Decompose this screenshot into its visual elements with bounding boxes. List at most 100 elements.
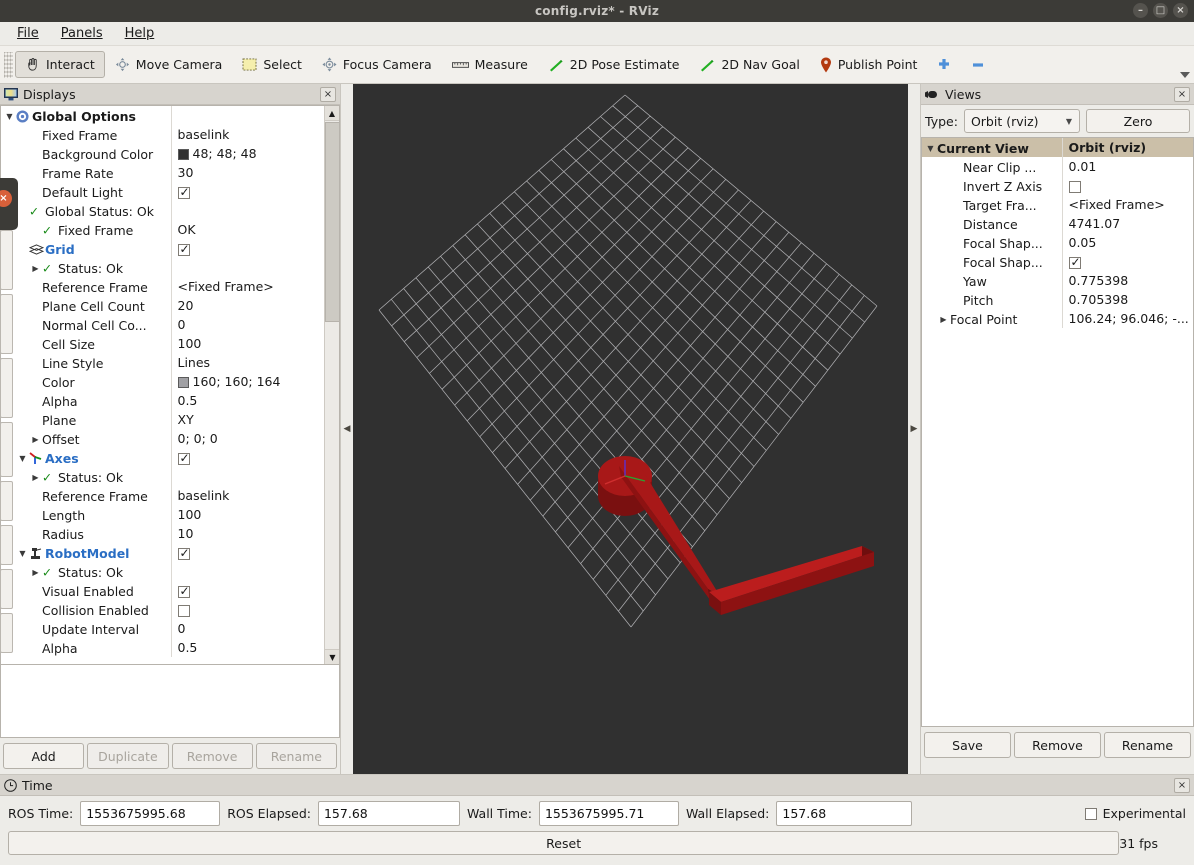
displays-tree[interactable]: ▼ Global Options Fixed Frame baselink Backgr… — [0, 105, 340, 665]
remove-view-button[interactable]: Remove — [1014, 732, 1101, 758]
tree-row[interactable]: ▼ RobotModel — [1, 543, 339, 562]
tree-twisty[interactable]: ▶ — [29, 435, 42, 444]
tree-row-value-cell[interactable]: 0.05 — [1062, 233, 1193, 252]
tree-row[interactable]: Alpha 0.5 — [1, 391, 339, 410]
tree-row-value-cell[interactable]: OK — [171, 220, 339, 239]
color-swatch[interactable] — [177, 377, 189, 388]
tree-row-value-cell[interactable]: 0.5 — [171, 638, 339, 657]
tree-twisty[interactable]: ▶ — [29, 473, 42, 482]
tree-row-checkbox[interactable] — [177, 604, 190, 617]
tree-row-value-cell[interactable]: <Fixed Frame> — [1062, 195, 1193, 214]
rename-display-button[interactable]: Rename — [255, 743, 337, 769]
tree-row[interactable]: Reference Frame <Fixed Frame> — [1, 277, 339, 296]
color-swatch[interactable] — [177, 149, 189, 160]
tree-row-value-cell[interactable]: 0.01 — [1062, 157, 1193, 176]
tree-row[interactable]: ▼ Global Options — [1, 106, 339, 125]
tree-row-value-cell[interactable]: 0.775398 — [1062, 271, 1193, 290]
tree-twisty[interactable]: ▼ — [16, 454, 29, 463]
tree-row[interactable]: Focal Shap... — [922, 252, 1193, 271]
tree-row[interactable]: ▶ ✓ Status: Ok — [1, 467, 339, 486]
menu-help[interactable]: Help — [116, 23, 164, 44]
3d-viewport[interactable] — [353, 84, 908, 774]
tree-row[interactable]: ✓ Fixed Frame OK — [1, 220, 339, 239]
scroll-up-icon[interactable]: ▲ — [325, 106, 339, 121]
tree-row[interactable]: ▼ Axes — [1, 448, 339, 467]
tree-row[interactable]: Visual Enabled — [1, 581, 339, 600]
rename-view-button[interactable]: Rename — [1104, 732, 1191, 758]
duplicate-display-button[interactable]: Duplicate — [87, 743, 169, 769]
tree-row[interactable]: ▼ Current View Orbit (rviz) — [922, 138, 1193, 157]
tree-row[interactable]: Fixed Frame baselink — [1, 125, 339, 144]
tree-row-value-cell[interactable]: 0.5 — [171, 391, 339, 410]
tree-row-value-cell[interactable] — [171, 562, 339, 581]
ros-time-input[interactable] — [80, 801, 221, 826]
tool-2d-pose-estimate[interactable]: 2D Pose Estimate — [538, 51, 690, 78]
scrollbar-thumb[interactable] — [325, 122, 339, 322]
tree-row-value-cell[interactable] — [171, 467, 339, 486]
tree-row-checkbox[interactable] — [177, 451, 190, 465]
tree-row-value-cell[interactable]: 100 — [171, 334, 339, 353]
close-icon[interactable]: × — [1174, 86, 1190, 102]
tool-move-camera[interactable]: Move Camera — [105, 51, 233, 78]
tree-row[interactable]: Near Clip ... 0.01 — [922, 157, 1193, 176]
maximize-button[interactable]: □ — [1153, 3, 1168, 18]
tree-row-value-cell[interactable]: 0; 0; 0 — [171, 429, 339, 448]
wall-elapsed-input[interactable] — [776, 801, 913, 826]
tree-row-value-cell[interactable] — [171, 600, 339, 619]
zero-button[interactable]: Zero — [1085, 109, 1190, 133]
tree-row[interactable]: Length 100 — [1, 505, 339, 524]
minimize-button[interactable]: – — [1133, 3, 1148, 18]
tree-row-checkbox[interactable] — [177, 546, 190, 560]
tree-row-value-cell[interactable]: <Fixed Frame> — [171, 277, 339, 296]
tree-row-value-cell[interactable]: Lines — [171, 353, 339, 372]
tree-row[interactable]: Distance 4741.07 — [922, 214, 1193, 233]
tree-row[interactable]: Background Color 48; 48; 48 — [1, 144, 339, 163]
collapse-right-handle[interactable]: ▶ — [908, 84, 920, 774]
tree-row-value-cell[interactable]: 20 — [171, 296, 339, 315]
tree-row-value-cell[interactable] — [1062, 176, 1193, 195]
tree-row[interactable]: ▶ Focal Point 106.24; 96.046; -... — [922, 309, 1193, 328]
experimental-checkbox[interactable] — [1084, 807, 1097, 820]
close-icon[interactable]: × — [1174, 777, 1190, 793]
tree-row[interactable]: Reference Frame baselink — [1, 486, 339, 505]
tree-row-checkbox[interactable] — [1068, 180, 1081, 193]
tree-row[interactable]: Plane Cell Count 20 — [1, 296, 339, 315]
tool-focus-camera[interactable]: Focus Camera — [312, 51, 442, 78]
tree-row-checkbox[interactable] — [177, 584, 190, 598]
background-window-sliver[interactable]: × — [0, 178, 18, 230]
tree-twisty[interactable]: ▶ — [29, 264, 42, 273]
tree-row[interactable]: Collision Enabled — [1, 600, 339, 619]
toolbar-overflow-button[interactable] — [1180, 71, 1190, 81]
add-display-button[interactable]: Add — [3, 743, 85, 769]
tree-row[interactable]: Pitch 0.705398 — [922, 290, 1193, 309]
background-window-close-icon[interactable]: × — [0, 190, 12, 207]
tree-row-value-cell[interactable] — [171, 182, 339, 201]
tree-twisty[interactable]: ▼ — [924, 144, 937, 153]
tree-twisty[interactable]: ▶ — [937, 315, 950, 324]
tree-row-value-cell[interactable]: 10 — [171, 524, 339, 543]
tree-row-value-cell[interactable]: 160; 160; 164 — [171, 372, 339, 391]
tree-row-value-cell[interactable]: 106.24; 96.046; -... — [1062, 309, 1193, 328]
tree-row-checkbox[interactable] — [177, 185, 190, 199]
tree-row[interactable]: Color 160; 160; 164 — [1, 372, 339, 391]
tree-row-value-cell[interactable] — [171, 258, 339, 277]
add-tool-button[interactable] — [927, 52, 961, 78]
tree-row[interactable]: Line Style Lines — [1, 353, 339, 372]
close-button[interactable]: × — [1173, 3, 1188, 18]
tool-select[interactable]: Select — [232, 51, 312, 78]
tree-row-value-cell[interactable]: 30 — [171, 163, 339, 182]
scroll-down-icon[interactable]: ▼ — [325, 649, 339, 664]
ros-elapsed-input[interactable] — [317, 801, 460, 826]
tree-row[interactable]: Focal Shap... 0.05 — [922, 233, 1193, 252]
tool-2d-nav-goal[interactable]: 2D Nav Goal — [689, 51, 809, 78]
tree-twisty[interactable]: ▼ — [16, 549, 29, 558]
view-type-select[interactable]: Orbit (rviz) ▼ — [963, 109, 1080, 133]
tree-row[interactable]: ▶ ✓ Status: Ok — [1, 258, 339, 277]
tree-row[interactable]: Invert Z Axis — [922, 176, 1193, 195]
tree-row-value-cell[interactable] — [171, 581, 339, 600]
tree-twisty[interactable]: ▼ — [3, 112, 16, 121]
tree-row-value-cell[interactable]: baselink — [171, 125, 339, 144]
experimental-toggle[interactable]: Experimental — [1084, 806, 1186, 821]
tree-row-value-cell[interactable] — [171, 543, 339, 562]
menu-panels[interactable]: Panels — [52, 23, 112, 44]
